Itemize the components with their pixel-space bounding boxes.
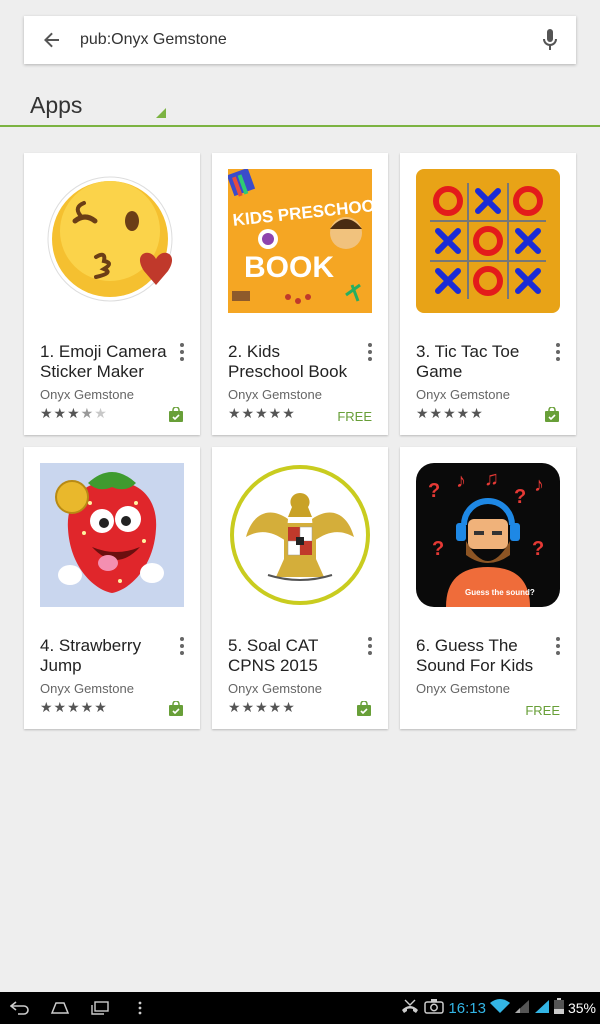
app-card[interactable]: 3. Tic Tac Toe Game Onyx Gemstone ★★★★★ xyxy=(400,153,576,435)
home-icon[interactable] xyxy=(40,992,80,1024)
overflow-menu-icon[interactable] xyxy=(550,343,566,361)
app-title[interactable]: 5. Soal CAT CPNS 2015 xyxy=(228,636,360,676)
app-thumbnail-tic-tac-toe xyxy=(416,169,560,313)
app-title[interactable]: 1. Emoji Camera Sticker Maker xyxy=(40,342,172,382)
app-developer[interactable]: Onyx Gemstone xyxy=(40,387,134,402)
svg-text:?: ? xyxy=(432,538,444,560)
app-title[interactable]: 4. Strawberry Jump xyxy=(40,636,172,676)
app-thumbnail-emoji xyxy=(40,169,184,313)
signal-icon xyxy=(534,999,550,1017)
search-bar[interactable]: pub:Onyx Gemstone xyxy=(24,16,576,64)
signal-weak-icon xyxy=(514,999,530,1017)
battery-icon xyxy=(553,998,564,1018)
clock: 16:13 xyxy=(448,999,486,1017)
app-developer[interactable]: Onyx Gemstone xyxy=(228,387,322,402)
app-developer[interactable]: Onyx Gemstone xyxy=(416,387,510,402)
price-label: FREE xyxy=(525,703,560,718)
thumb-text-bottom: BOOK xyxy=(244,251,334,284)
status-area: 16:13 35% xyxy=(400,992,596,1024)
installed-bag-icon xyxy=(356,700,372,717)
star-rating: ★★★★★ xyxy=(416,405,484,421)
app-thumbnail-guess-sound: ??? ? ♪ ♫ ♪ Guess the sound? xyxy=(416,463,560,607)
installed-bag-icon xyxy=(168,700,184,717)
star-rating: ★★★★★ xyxy=(40,405,108,421)
overflow-menu-icon[interactable] xyxy=(362,343,378,361)
recents-icon[interactable] xyxy=(80,992,120,1024)
overflow-menu-icon[interactable] xyxy=(174,637,190,655)
app-card[interactable]: ??? ? ♪ ♫ ♪ Guess the sound? 6. Guess The S… xyxy=(400,447,576,729)
search-input[interactable]: pub:Onyx Gemstone xyxy=(80,31,524,49)
svg-text:?: ? xyxy=(428,480,440,502)
installed-bag-icon xyxy=(544,406,560,423)
app-card[interactable]: 1. Emoji Camera Sticker Maker Onyx Gemst… xyxy=(24,153,200,435)
svg-text:?: ? xyxy=(532,538,544,560)
app-title[interactable]: 6. Guess The Sound For Kids xyxy=(416,636,548,676)
price-label: FREE xyxy=(337,409,372,424)
app-thumbnail-garuda-emblem xyxy=(228,463,372,607)
svg-text:♫: ♫ xyxy=(484,468,499,490)
camera-icon xyxy=(424,998,445,1018)
overflow-menu-icon[interactable] xyxy=(362,637,378,655)
overflow-menu-icon[interactable] xyxy=(174,343,190,361)
app-developer[interactable]: Onyx Gemstone xyxy=(228,681,322,696)
svg-text:♪: ♪ xyxy=(456,470,466,492)
star-rating: ★★★★★ xyxy=(40,699,108,715)
section-divider xyxy=(0,125,600,127)
star-rating: ★★★★★ xyxy=(228,405,296,421)
app-developer[interactable]: Onyx Gemstone xyxy=(40,681,134,696)
section-title: Apps xyxy=(30,92,83,118)
wifi-icon xyxy=(489,999,510,1017)
arrow-back-icon[interactable] xyxy=(24,16,80,64)
app-developer[interactable]: Onyx Gemstone xyxy=(416,681,510,696)
app-title[interactable]: 3. Tic Tac Toe Game xyxy=(416,342,548,382)
svg-text:?: ? xyxy=(514,486,526,508)
app-card[interactable]: KIDS PRESCHOOL BOOK 2. Kids Preschool Bo… xyxy=(212,153,388,435)
svg-text:♪: ♪ xyxy=(534,474,544,496)
back-icon[interactable] xyxy=(0,992,40,1024)
app-card[interactable]: 5. Soal CAT CPNS 2015 Onyx Gemstone ★★★★… xyxy=(212,447,388,729)
app-card[interactable]: 4. Strawberry Jump Onyx Gemstone ★★★★★ xyxy=(24,447,200,729)
installed-bag-icon xyxy=(168,406,184,423)
app-thumbnail-kids-book: KIDS PRESCHOOL BOOK xyxy=(228,169,372,313)
app-title[interactable]: 2. Kids Preschool Book xyxy=(228,342,360,382)
system-nav-bar: 16:13 35% xyxy=(0,992,600,1024)
mic-icon[interactable] xyxy=(524,16,576,64)
missed-call-icon xyxy=(400,998,420,1018)
overflow-menu-icon[interactable] xyxy=(550,637,566,655)
section-corner-marker xyxy=(156,108,166,118)
app-grid: 1. Emoji Camera Sticker Maker Onyx Gemst… xyxy=(24,153,576,729)
battery-percent: 35% xyxy=(567,1000,596,1016)
star-rating: ★★★★★ xyxy=(228,699,296,715)
app-thumbnail-strawberry xyxy=(40,463,184,607)
thumb-caption: Guess the sound? xyxy=(465,588,535,597)
menu-icon[interactable] xyxy=(120,992,160,1024)
